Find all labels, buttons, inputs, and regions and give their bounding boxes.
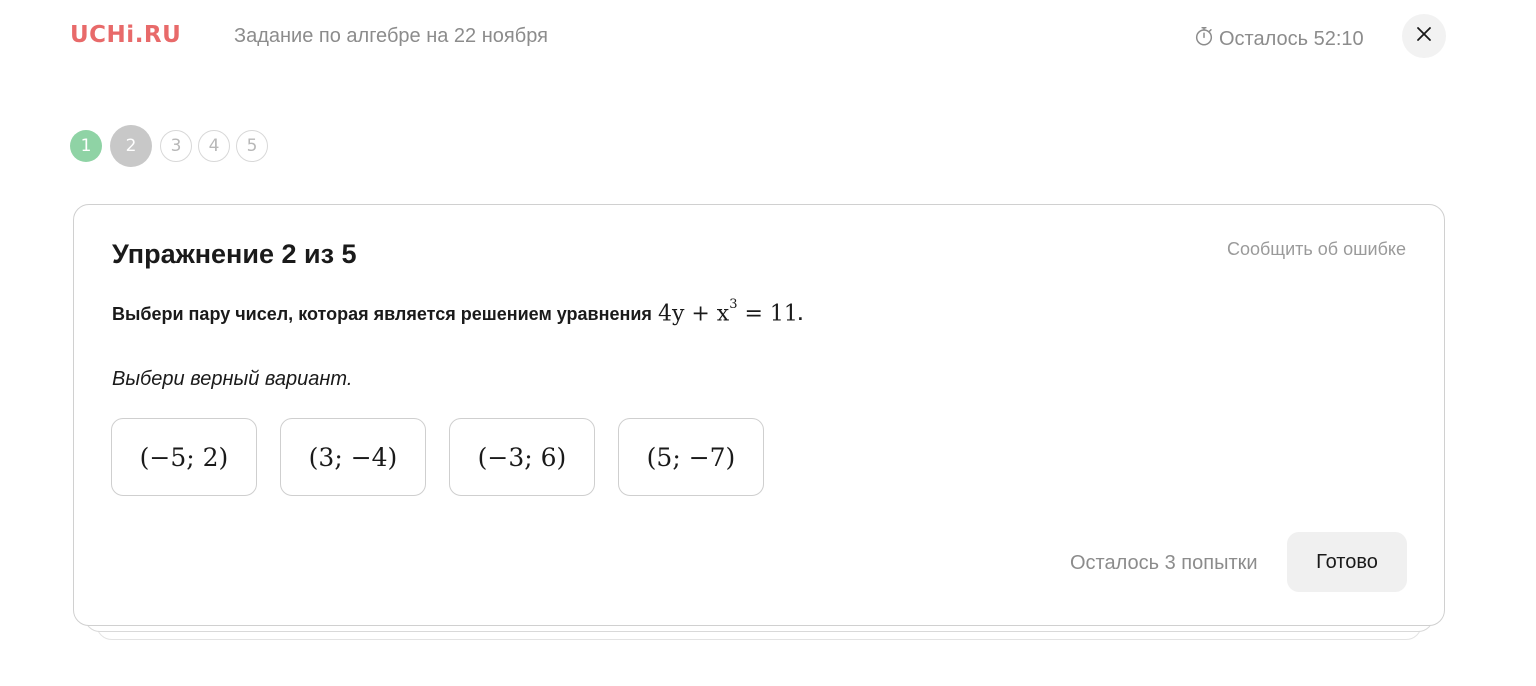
equation-left: 4y + x	[657, 301, 730, 327]
timer-text: Осталось 52:10	[1219, 27, 1364, 50]
close-icon	[1415, 25, 1433, 48]
equation-exponent: 3	[729, 297, 738, 312]
equation-right: = 11	[737, 301, 798, 327]
top-bar: UCHi.RU Задание по алгебре на 22 ноября …	[0, 0, 1536, 72]
exercise-title: Упражнение 2 из 5	[112, 239, 357, 269]
report-error-link[interactable]: Сообщить об ошибке	[1227, 239, 1406, 260]
timer: Осталось 52:10	[1193, 25, 1364, 53]
step-5[interactable]: 5	[236, 130, 268, 162]
question-text: Выбери пару чисел, которая является реше…	[112, 304, 652, 325]
step-4[interactable]: 4	[198, 130, 230, 162]
step-1[interactable]: 1	[70, 130, 102, 162]
task-title: Задание по алгебре на 22 ноября	[234, 25, 548, 47]
question: Выбери пару чисел, которая является реше…	[112, 297, 803, 327]
answer-option[interactable]: (3; −4)	[280, 418, 426, 496]
attempts-remaining: Осталось 3 попытки	[1070, 552, 1258, 574]
stopwatch-icon	[1193, 25, 1215, 53]
exercise-progress: 1 2 3 4 5	[70, 125, 268, 167]
step-3[interactable]: 3	[160, 130, 192, 162]
answer-option[interactable]: (−3; 6)	[449, 418, 595, 496]
uchi-logo[interactable]: UCHi.RU	[70, 22, 181, 48]
instruction: Выбери верный вариант.	[112, 368, 353, 390]
equation: 4y + x3 = 11	[657, 297, 798, 327]
answer-options: (−5; 2) (3; −4) (−3; 6) (5; −7)	[111, 418, 764, 496]
close-button[interactable]	[1402, 14, 1446, 58]
answer-option[interactable]: (5; −7)	[618, 418, 764, 496]
question-end: .	[797, 304, 803, 325]
exercise-card: Упражнение 2 из 5 Сообщить об ошибке Выб…	[73, 204, 1445, 626]
step-2[interactable]: 2	[110, 125, 152, 167]
answer-option[interactable]: (−5; 2)	[111, 418, 257, 496]
submit-button[interactable]: Готово	[1287, 532, 1407, 592]
